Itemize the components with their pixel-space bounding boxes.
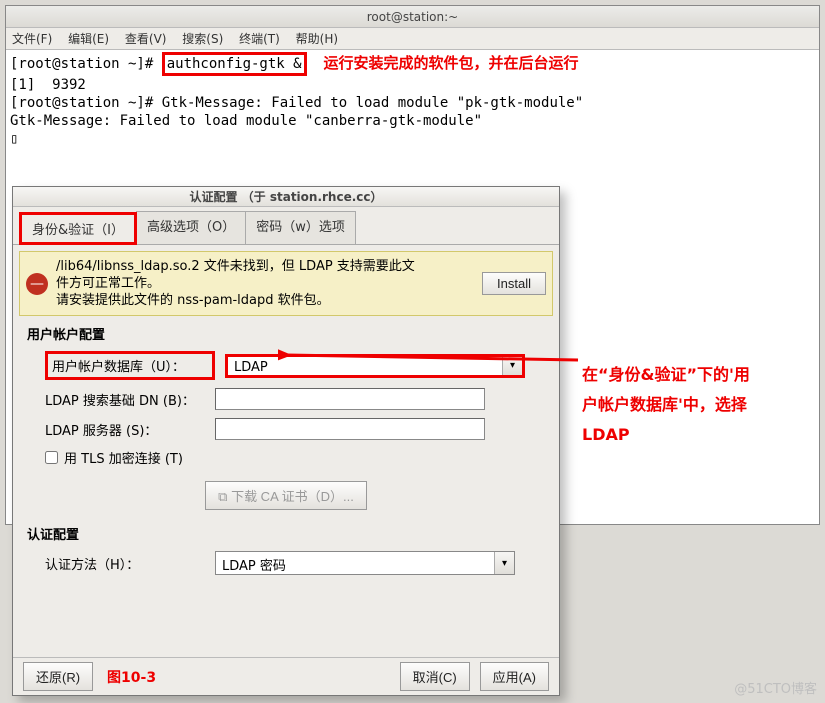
anno-cmd: 运行安装完成的软件包，并在后台运行 <box>323 54 578 72</box>
ldap-server-label: LDAP 服务器 (S)： <box>45 420 215 439</box>
tab-password[interactable]: 密码（w）选项 <box>245 211 356 244</box>
terminal-title: root@station:~ <box>6 6 819 28</box>
authconfig-dialog: 认证配置 （于 station.rhce.cc） 身份&验证（I） 高级选项（O… <box>12 186 560 696</box>
dialog-footer: 还原(R) 图10-3 取消(C) 应用(A) <box>13 657 559 695</box>
apply-button[interactable]: 应用(A) <box>480 662 549 691</box>
menu-search[interactable]: 搜索(S) <box>182 32 223 46</box>
cmd-highlight: authconfig-gtk & <box>162 52 307 76</box>
figure-label: 图10-3 <box>107 667 156 687</box>
tls-label: 用 TLS 加密连接 (T) <box>64 448 183 467</box>
user-db-label: 用户帐户数据库（U）： <box>45 351 215 380</box>
download-icon: ⧉ <box>218 489 227 504</box>
tab-bar: 身份&验证（I） 高级选项（O） 密码（w）选项 <box>13 211 559 245</box>
tls-checkbox[interactable] <box>45 451 58 464</box>
tab-identity[interactable]: 身份&验证（I） <box>19 212 137 245</box>
auth-section-title: 认证配置 <box>27 524 545 543</box>
ldap-search-dn-label: LDAP 搜索基础 DN (B)： <box>45 390 215 409</box>
menu-edit[interactable]: 编辑(E) <box>68 32 109 46</box>
menu-file[interactable]: 文件(F) <box>12 32 52 46</box>
auth-method-label: 认证方法（H）： <box>45 554 215 573</box>
cancel-button[interactable]: 取消(C) <box>400 662 470 691</box>
revert-button[interactable]: 还原(R) <box>23 662 93 691</box>
terminal-menu: 文件(F) 编辑(E) 查看(V) 搜索(S) 终端(T) 帮助(H) <box>6 28 819 50</box>
install-button[interactable]: Install <box>482 272 546 295</box>
auth-method-value: LDAP 密码 <box>216 552 494 574</box>
chevron-down-icon: ▾ <box>502 357 522 375</box>
tab-advanced[interactable]: 高级选项（O） <box>136 211 246 244</box>
user-db-combo[interactable]: LDAP ▾ <box>225 354 525 378</box>
warning-text: /lib64/libnss_ldap.so.2 文件未找到，但 LDAP 支持需… <box>56 258 482 309</box>
stop-icon: — <box>26 273 48 295</box>
watermark: @51CTO博客 <box>734 678 817 697</box>
terminal-body[interactable]: [root@station ~]# authconfig-gtk & 运行安装完… <box>6 50 819 150</box>
auth-method-combo[interactable]: LDAP 密码 ▾ <box>215 551 515 575</box>
menu-help[interactable]: 帮助(H) <box>296 32 338 46</box>
user-account-section-title: 用户帐户配置 <box>27 324 545 343</box>
user-db-value: LDAP <box>228 357 502 375</box>
chevron-down-icon: ▾ <box>494 552 514 574</box>
ldap-server-input[interactable] <box>215 418 485 440</box>
ldap-search-dn-input[interactable] <box>215 388 485 410</box>
download-ca-button: ⧉ 下载 CA 证书（D）... <box>205 481 367 510</box>
warning-bar: — /lib64/libnss_ldap.so.2 文件未找到，但 LDAP 支… <box>19 251 553 316</box>
menu-view[interactable]: 查看(V) <box>125 32 167 46</box>
dialog-title: 认证配置 （于 station.rhce.cc） <box>13 187 559 207</box>
annotation-side: 在“身份&验证”下的'用 户帐户数据库'中，选择 LDAP <box>582 360 812 450</box>
menu-terminal[interactable]: 终端(T) <box>239 32 280 46</box>
